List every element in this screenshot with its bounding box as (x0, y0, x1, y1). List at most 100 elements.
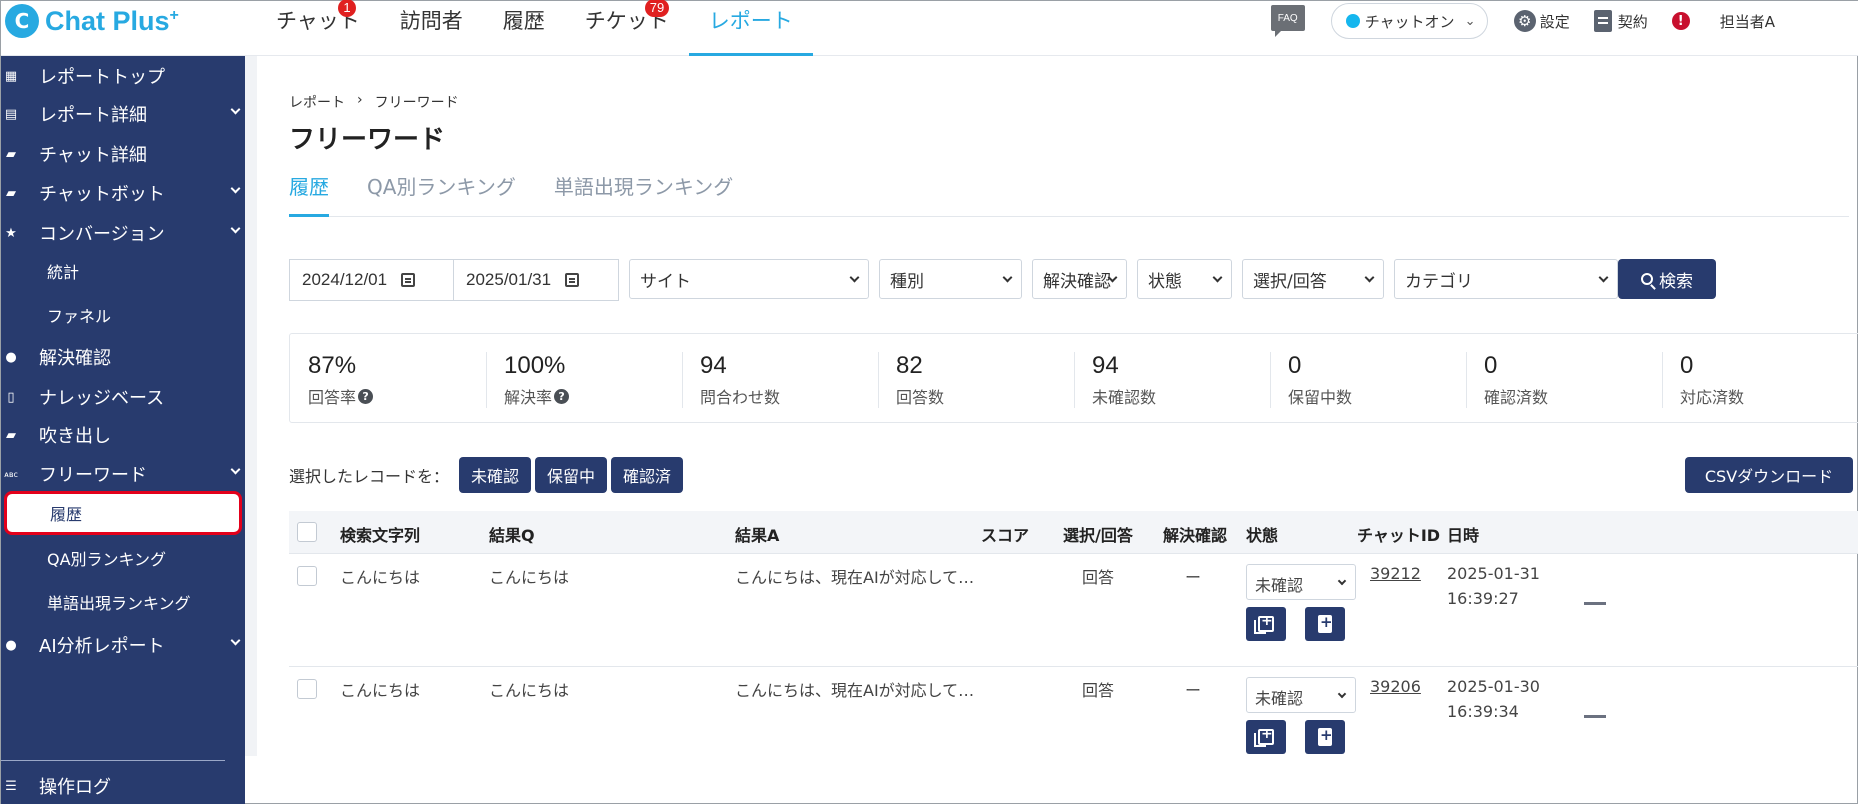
nav-tickets[interactable]: チケット 79 (565, 0, 689, 56)
tab-qa-ranking[interactable]: QA別ランキング (367, 169, 516, 217)
cell-result-a: こんにちは、現在AIが対応して… (735, 568, 975, 587)
nav-report[interactable]: レポート (688, 1, 813, 56)
tab-word-ranking[interactable]: 単語出現ランキング (554, 169, 733, 217)
sidebar-scrollbar[interactable] (245, 56, 257, 756)
chat-id-link[interactable]: 39212 (1370, 564, 1421, 583)
user-menu[interactable]: 担当者A (1720, 11, 1775, 32)
sidebar-item-label: ナレッジベース (39, 388, 165, 409)
column-header-resolved[interactable]: 解決確認 (1163, 522, 1227, 546)
sidebar-item-label: フリーワード (39, 465, 147, 486)
stat-label: 未確認数 (1092, 388, 1157, 407)
create-record-button[interactable] (1305, 607, 1345, 641)
chat-status-dropdown[interactable]: チャットオン ⌄ (1330, 3, 1488, 39)
sidebar-item-conversion[interactable]: ★ コンバージョン (1, 213, 245, 253)
document-icon (1593, 10, 1612, 32)
stat-confirmed: 0 確認済数 (1466, 334, 1662, 422)
sidebar-item-balloon[interactable]: ▰ 吹き出し (1, 415, 245, 455)
sidebar-subitem-qa-ranking[interactable]: QA別ランキング (1, 538, 245, 578)
column-header-score[interactable]: スコア (981, 522, 1029, 546)
search-button[interactable]: 検索 (1618, 259, 1716, 299)
select-all-checkbox[interactable] (297, 522, 317, 542)
sidebar-item-label: 吹き出し (39, 426, 111, 447)
nav-visitors[interactable]: 訪問者 (380, 1, 483, 56)
logo-text: Chat Plus+ (45, 5, 179, 36)
date-to-value: 2025/01/31 (466, 270, 552, 289)
stat-handled: 0 対応済数 (1662, 334, 1858, 422)
date-to-field[interactable]: 2025/01/31 (454, 259, 619, 301)
copy-add-icon (1254, 726, 1274, 747)
row-state-select[interactable]: 未確認 (1246, 677, 1356, 713)
tab-history[interactable]: 履歴 (289, 169, 329, 217)
date-from-field[interactable]: 2024/12/01 (289, 259, 454, 301)
sidebar-item-chatbot[interactable]: ▰ チャットボット (1, 173, 245, 213)
alert-icon[interactable]: ! (1671, 12, 1690, 30)
sidebar-item-freeword[interactable]: ᴀʙᴄ フリーワード (1, 454, 245, 494)
mark-confirmed-button[interactable]: 確認済 (611, 457, 684, 493)
chat-icon: ▰ (6, 146, 16, 162)
stat-value: 100% (504, 352, 566, 379)
site-select[interactable]: サイト (629, 259, 869, 299)
csv-download-button[interactable]: CSVダウンロード (1685, 457, 1853, 493)
create-record-button[interactable] (1305, 720, 1345, 754)
sidebar-subitem-funnel[interactable]: ファネル (1, 295, 245, 335)
choice-select[interactable]: 選択/回答 (1242, 259, 1384, 299)
settings-label: 設定 (1539, 12, 1570, 31)
resolved-select[interactable]: 解決確認 (1032, 259, 1127, 299)
sidebar: ▦ レポートトップ ▤ レポート詳細 ▰ チャット詳細 ▰ チャットボット ★ … (1, 56, 245, 804)
top-bar: C Chat Plus+ チャット 1 訪問者 履歴 チケット 79 レポート … (1, 0, 1858, 56)
logo[interactable]: C Chat Plus+ (5, 1, 179, 41)
column-header-query[interactable]: 検索文字列 (340, 522, 420, 546)
column-header-choice[interactable]: 選択/回答 (1063, 522, 1133, 546)
column-header-result-q[interactable]: 結果Q (489, 522, 535, 546)
chat-id-link[interactable]: 39206 (1370, 677, 1421, 696)
state-select-value: 状態 (1148, 271, 1182, 292)
row-state-select[interactable]: 未確認 (1246, 564, 1356, 600)
row-checkbox[interactable] (297, 679, 317, 699)
chevron-down-icon (1002, 272, 1013, 283)
calendar-icon (401, 273, 416, 287)
stats-panel: 87% 回答率? 100% 解決率? 94 問合わせ数 82 回答数 94 未確… (289, 333, 1858, 423)
row-checkbox[interactable] (297, 566, 317, 586)
breadcrumb-parent[interactable]: レポート (289, 92, 345, 112)
cell-resolved: ー (1185, 568, 1202, 587)
mark-unconfirmed-button[interactable]: 未確認 (459, 457, 532, 493)
column-header-state[interactable]: 状態 (1246, 522, 1278, 546)
sidebar-subitem-stats[interactable]: 統計 (1, 251, 245, 291)
sidebar-subitem-history[interactable]: 履歴 (4, 491, 242, 535)
row-state-value: 未確認 (1255, 689, 1304, 708)
category-select[interactable]: カテゴリ (1394, 259, 1618, 299)
stat-unconfirmed: 94 未確認数 (1074, 334, 1270, 422)
book-icon: ▯ (7, 389, 15, 405)
cell-result-a: こんにちは、現在AIが対応して… (735, 681, 975, 700)
add-to-faq-button[interactable] (1246, 720, 1286, 754)
state-select[interactable]: 状態 (1137, 259, 1232, 299)
nav-chat[interactable]: チャット 1 (256, 0, 380, 56)
column-header-datetime[interactable]: 日時 (1447, 522, 1479, 546)
sidebar-item-ai-report[interactable]: ● AI分析レポート (1, 625, 245, 665)
bulb-icon: ● (5, 349, 17, 365)
sidebar-item-resolution[interactable]: ● 解決確認 (1, 337, 245, 377)
help-icon[interactable]: ? (554, 388, 570, 404)
add-to-faq-button[interactable] (1246, 607, 1286, 641)
chevron-down-icon (230, 223, 241, 234)
sidebar-item-knowledge-base[interactable]: ▯ ナレッジベース (1, 377, 245, 417)
cell-result-q: こんにちは (489, 568, 570, 587)
type-select[interactable]: 種別 (879, 259, 1022, 299)
cell-resolved: ー (1185, 681, 1202, 700)
help-icon[interactable]: ? (358, 388, 374, 404)
settings-link[interactable]: ⚙ 設定 (1513, 10, 1570, 32)
sidebar-subitem-word-ranking[interactable]: 単語出現ランキング (1, 582, 245, 622)
chat-status-label: チャットオン (1364, 12, 1455, 31)
sidebar-item-report-detail[interactable]: ▤ レポート詳細 (1, 94, 245, 134)
list-icon: ☰ (5, 778, 17, 794)
contract-link[interactable]: 契約 (1593, 10, 1648, 32)
sidebar-item-chat-detail[interactable]: ▰ チャット詳細 (1, 134, 245, 174)
sidebar-item-operation-log[interactable]: ☰ 操作ログ (1, 766, 245, 804)
faq-icon[interactable]: FAQ (1270, 5, 1305, 37)
column-header-chat-id[interactable]: チャットID (1357, 522, 1440, 546)
sidebar-item-report-top[interactable]: ▦ レポートトップ (1, 56, 245, 96)
stat-value: 94 (700, 352, 727, 379)
nav-history[interactable]: 履歴 (483, 1, 565, 56)
mark-pending-button[interactable]: 保留中 (535, 457, 608, 493)
column-header-result-a[interactable]: 結果A (735, 522, 779, 546)
